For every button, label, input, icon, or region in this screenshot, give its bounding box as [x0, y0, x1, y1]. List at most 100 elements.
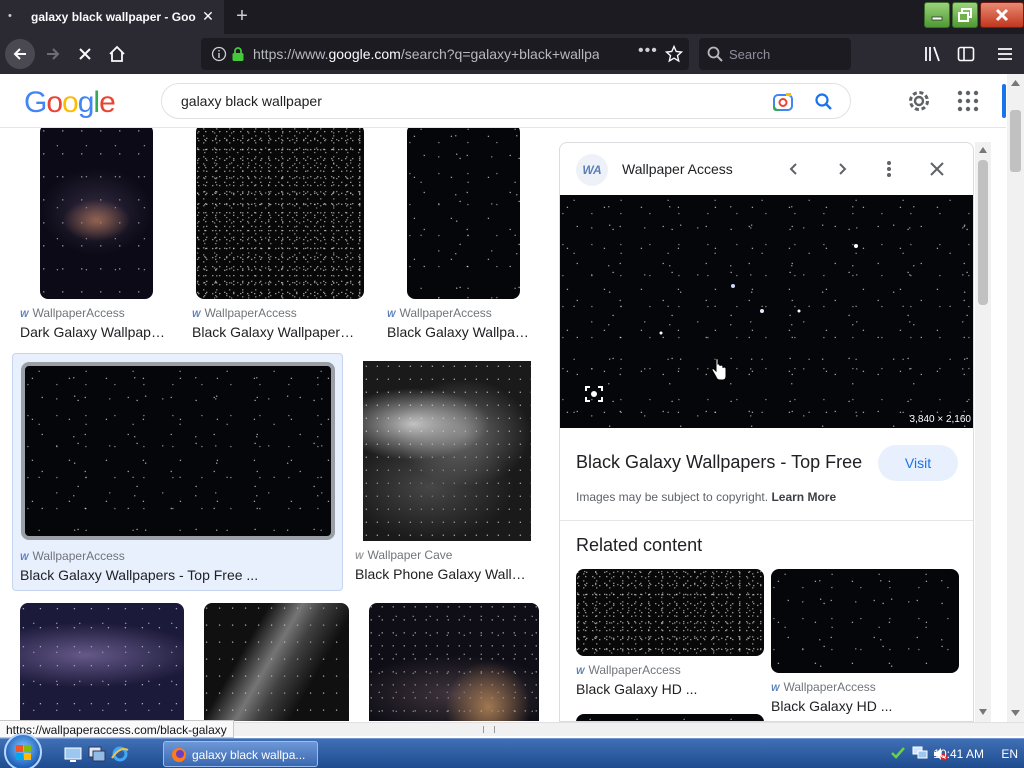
- search-query[interactable]: galaxy black wallpaper: [181, 93, 322, 109]
- image-result-selected[interactable]: W WallpaperAccess Black Galaxy Wallpapers…: [12, 353, 343, 591]
- chevron-right-icon: [839, 163, 847, 175]
- browser-tab-bar: • galaxy black wallpaper - Google Search…: [0, 0, 1024, 34]
- google-doodle-logo[interactable]: Google: [24, 86, 116, 120]
- internet-explorer-icon[interactable]: [111, 745, 129, 763]
- horizontal-scroll-thumb[interactable]: [483, 726, 495, 733]
- image-result[interactable]: W Wallpaper Cave Black Phone Galaxy Wallp…: [352, 358, 542, 590]
- panel-site-name[interactable]: Wallpaper Access: [622, 161, 733, 177]
- browser-search-box[interactable]: [699, 38, 851, 70]
- result-thumbnail[interactable]: [20, 603, 184, 721]
- window-switcher-icon[interactable]: [88, 745, 106, 763]
- learn-more-link[interactable]: Learn More: [771, 490, 836, 504]
- related-thumbnail[interactable]: [771, 569, 959, 673]
- library-icon[interactable]: [924, 45, 944, 63]
- google-lens-icon[interactable]: [772, 91, 794, 113]
- hamburger-menu-icon[interactable]: [996, 45, 1014, 63]
- search-icon[interactable]: [813, 91, 835, 113]
- related-title[interactable]: Black Galaxy HD ...: [771, 698, 892, 714]
- restore-icon[interactable]: [952, 2, 978, 28]
- stop-loading-button[interactable]: [70, 39, 100, 69]
- related-item[interactable]: [576, 714, 764, 721]
- image-result[interactable]: [204, 603, 350, 721]
- url-text[interactable]: https://www.google.com/search?q=galaxy+b…: [253, 46, 599, 62]
- close-panel-button[interactable]: [925, 157, 949, 181]
- show-desktop-icon[interactable]: [64, 745, 82, 763]
- related-item[interactable]: W WallpaperAccess Black Galaxy HD ...: [576, 569, 764, 709]
- result-thumbnail[interactable]: [204, 603, 349, 721]
- more-options-button[interactable]: [877, 157, 901, 181]
- result-source: W WallpaperAccess: [20, 306, 125, 320]
- scroll-up-icon[interactable]: [1011, 80, 1020, 86]
- image-result[interactable]: WWallpaperAccess Black Galaxy Wallpapers…: [370, 128, 546, 348]
- status-link-preview: https://wallpaperaccess.com/black-galaxy: [0, 720, 234, 738]
- visual-search-icon[interactable]: [584, 384, 604, 404]
- url-bar[interactable]: https://www.google.com/search?q=galaxy+b…: [201, 38, 689, 70]
- result-thumbnail[interactable]: [407, 128, 520, 299]
- back-arrow-icon: [13, 48, 26, 60]
- result-thumbnail[interactable]: [369, 603, 539, 721]
- visit-button[interactable]: Visit: [878, 445, 958, 481]
- result-thumbnail[interactable]: [21, 362, 335, 540]
- previous-image-button[interactable]: [782, 157, 806, 181]
- related-thumbnail[interactable]: [576, 714, 764, 721]
- copyright-note: Images may be subject to copyright. Lear…: [576, 490, 836, 504]
- related-source: W WallpaperAccess: [576, 663, 681, 677]
- window-close-icon[interactable]: [980, 2, 1024, 28]
- result-title[interactable]: Black Galaxy Wallpapers - Top: [387, 324, 531, 340]
- gear-icon[interactable]: [906, 88, 932, 114]
- back-button[interactable]: [5, 39, 35, 69]
- browser-tab-active[interactable]: • galaxy black wallpaper - Google Search…: [0, 0, 224, 34]
- page-actions-icon[interactable]: •••: [638, 42, 658, 60]
- image-result[interactable]: W WallpaperAccess Dark Galaxy Wallpapers …: [0, 128, 176, 348]
- related-title[interactable]: Black Galaxy HD ...: [576, 681, 697, 697]
- browser-search-input[interactable]: [729, 45, 839, 63]
- result-source: W WallpaperAccess: [192, 306, 297, 320]
- taskbar-firefox-window[interactable]: galaxy black wallpa...: [163, 741, 318, 767]
- google-search-bar[interactable]: galaxy black wallpaper: [161, 83, 851, 119]
- result-thumbnail[interactable]: [363, 361, 531, 541]
- preview-image[interactable]: 3,840 × 2,160: [560, 195, 973, 428]
- tab-loading-icon: •: [8, 10, 12, 22]
- forward-button[interactable]: [38, 39, 68, 69]
- url-path: /search?q=galaxy+black+wallpaper&tbm=isc…: [400, 46, 599, 62]
- network-icon[interactable]: [912, 746, 928, 760]
- network-check-icon[interactable]: [890, 745, 906, 761]
- home-button[interactable]: [102, 39, 132, 69]
- tab-close-icon[interactable]: ✕: [198, 6, 218, 26]
- related-thumbnail[interactable]: [576, 569, 764, 656]
- image-result[interactable]: WWallpaperAccess Black Galaxy Wallpapers…: [176, 128, 366, 348]
- sidebar-icon[interactable]: [957, 45, 975, 63]
- search-icon: [707, 46, 723, 62]
- new-tab-icon[interactable]: +: [230, 4, 254, 28]
- page-scroll-thumb[interactable]: [1010, 110, 1021, 172]
- result-title[interactable]: Black Phone Galaxy Wallpapers: [355, 566, 530, 582]
- home-icon: [109, 45, 125, 62]
- minimize-icon[interactable]: [924, 2, 950, 28]
- image-result[interactable]: [20, 603, 185, 721]
- scroll-up-icon[interactable]: [979, 147, 987, 153]
- result-title[interactable]: Dark Galaxy Wallpapers - Top Free: [20, 324, 166, 340]
- panel-image-title[interactable]: Black Galaxy Wallpapers - Top Free Black…: [576, 452, 866, 473]
- panel-scroll-thumb[interactable]: [978, 160, 988, 305]
- info-icon[interactable]: [211, 46, 227, 62]
- result-title[interactable]: Black Galaxy Wallpapers - Top Free: [192, 324, 358, 340]
- google-apps-icon[interactable]: [956, 89, 980, 113]
- related-item[interactable]: W WallpaperAccess Black Galaxy HD ...: [771, 569, 959, 719]
- next-image-button[interactable]: [830, 157, 854, 181]
- result-source: W Wallpaper Cave: [355, 548, 453, 562]
- result-title[interactable]: Black Galaxy Wallpapers - Top Free ...: [20, 567, 320, 583]
- url-domain: google.com: [328, 46, 401, 62]
- language-indicator[interactable]: EN: [1001, 747, 1018, 761]
- lock-icon[interactable]: [231, 46, 245, 62]
- panel-scrollbar[interactable]: [975, 142, 991, 722]
- scroll-down-icon[interactable]: [979, 709, 987, 715]
- start-button[interactable]: [4, 733, 42, 768]
- page-scrollbar[interactable]: [1007, 74, 1024, 722]
- bookmark-star-icon[interactable]: [665, 45, 683, 63]
- scroll-down-icon[interactable]: [1011, 710, 1020, 716]
- result-thumbnail[interactable]: [40, 128, 153, 299]
- image-result[interactable]: [369, 603, 541, 721]
- wallpaperaccess-favicon: W: [576, 666, 585, 676]
- result-thumbnail[interactable]: [196, 128, 364, 299]
- clock[interactable]: 10:41 AM: [933, 747, 984, 761]
